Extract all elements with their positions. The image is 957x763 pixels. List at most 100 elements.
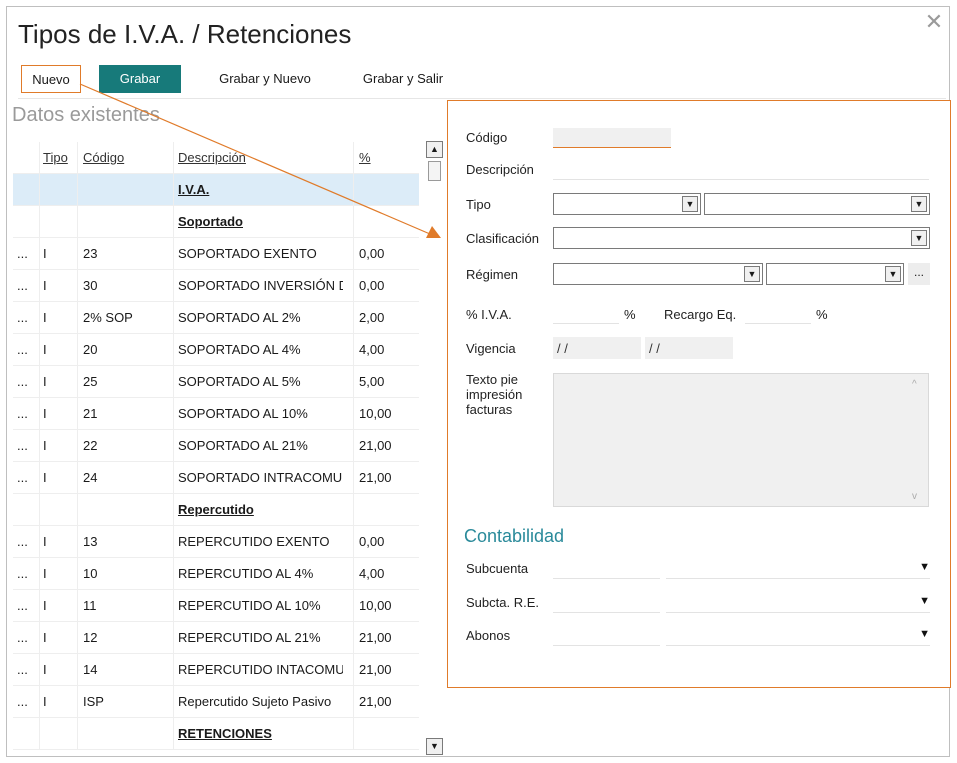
descripcion-cell: Repercutido Sujeto Pasivo: [173, 686, 343, 718]
row-dots-cell: ...: [17, 470, 28, 485]
codigo-cell: 10: [77, 558, 173, 590]
texto-pie-label: Texto pie impresión facturas: [466, 372, 522, 417]
codigo-cell: 30: [77, 270, 173, 302]
table-row[interactable]: ... I 12 REPERCUTIDO AL 21% 21,00: [13, 622, 419, 654]
table-row[interactable]: ... I 13 REPERCUTIDO EXENTO 0,00: [13, 526, 419, 558]
table-row[interactable]: ... I 22 SOPORTADO AL 21% 21,00: [13, 430, 419, 462]
group-row[interactable]: I.V.A.: [13, 174, 419, 206]
texto-pie-textarea[interactable]: [553, 373, 929, 507]
grabar-button[interactable]: Grabar: [99, 65, 181, 93]
clasificacion-select[interactable]: ▼: [553, 227, 930, 249]
caret-down-icon: ▼: [919, 561, 930, 573]
subcta-re-code-field[interactable]: [553, 593, 660, 613]
tipo-cell: I: [39, 622, 77, 654]
codigo-cell: 21: [77, 398, 173, 430]
texto-pie-label-line1: Texto pie: [466, 372, 519, 387]
column-header-pct[interactable]: %: [353, 142, 419, 174]
datos-existentes-label: Datos existentes: [12, 104, 160, 126]
table-row[interactable]: ... I 24 SOPORTADO INTRACOMUI 21,00: [13, 462, 419, 494]
regimen-label: Régimen: [466, 267, 519, 282]
abonos-select[interactable]: ▼: [666, 626, 930, 646]
column-header-codigo[interactable]: Código: [77, 142, 173, 174]
group-row[interactable]: Repercutido: [13, 494, 419, 526]
column-header-descripcion[interactable]: Descripción: [173, 142, 343, 174]
codigo-cell: 20: [77, 334, 173, 366]
pct-iva-label: % I.V.A.: [466, 307, 512, 322]
table-row[interactable]: ... I 21 SOPORTADO AL 10% 10,00: [13, 398, 419, 430]
table-row[interactable]: ... I 14 REPERCUTIDO INTACOMUI 21,00: [13, 654, 419, 686]
descripcion-cell: REPERCUTIDO AL 4%: [173, 558, 343, 590]
vigencia-from-input[interactable]: [553, 337, 641, 359]
row-dots-cell: [13, 718, 39, 750]
scroll-thumb[interactable]: [428, 161, 441, 181]
abonos-code-field[interactable]: [553, 626, 660, 646]
row-dots-cell: ...: [17, 630, 28, 645]
vigencia-to-input[interactable]: [645, 337, 733, 359]
pct-cell: [353, 206, 419, 238]
recargo-label: Recargo Eq.: [664, 307, 737, 322]
close-icon[interactable]: ✕: [923, 11, 945, 33]
group-row[interactable]: Soportado: [13, 206, 419, 238]
chevron-down-icon: ▼: [911, 230, 927, 246]
chevron-down-icon[interactable]: v: [912, 491, 917, 502]
texto-pie-label-line3: facturas: [466, 402, 513, 417]
nuevo-button[interactable]: Nuevo: [21, 65, 81, 93]
regimen-more-button[interactable]: ...: [908, 263, 930, 285]
tipo-detail-select[interactable]: ▼: [704, 193, 930, 215]
pct-cell: 0,00: [353, 526, 419, 558]
pct-cell: [353, 494, 419, 526]
codigo-cell: 12: [77, 622, 173, 654]
row-dots-cell: ...: [17, 278, 28, 293]
table-row[interactable]: ... I 23 SOPORTADO EXENTO 0,00: [13, 238, 419, 270]
group-row[interactable]: RETENCIONES: [13, 718, 419, 750]
descripcion-cell: SOPORTADO AL 2%: [173, 302, 343, 334]
table-row[interactable]: ... I ISP Repercutido Sujeto Pasivo 21,00: [13, 686, 419, 718]
pct-iva-input[interactable]: [553, 304, 619, 324]
pct-cell: 21,00: [353, 430, 419, 462]
descripcion-label: Descripción: [466, 162, 534, 177]
row-dots-cell: ...: [17, 534, 28, 549]
table-row[interactable]: ... I 2% SOP SOPORTADO AL 2% 2,00: [13, 302, 419, 334]
codigo-cell: ISP: [77, 686, 173, 718]
subcuenta-select[interactable]: ▼: [666, 559, 930, 579]
caret-down-icon: ▼: [919, 595, 930, 607]
contabilidad-title: Contabilidad: [464, 526, 565, 546]
table-row[interactable]: ... I 11 REPERCUTIDO AL 10% 10,00: [13, 590, 419, 622]
subcta-re-select[interactable]: ▼: [666, 593, 930, 613]
pct-cell: 10,00: [353, 590, 419, 622]
table-row[interactable]: ... I 20 SOPORTADO AL 4% 4,00: [13, 334, 419, 366]
tipo-cell: I: [39, 430, 77, 462]
table-row[interactable]: ... I 30 SOPORTADO INVERSIÓN D 0,00: [13, 270, 419, 302]
regimen-select[interactable]: ▼: [553, 263, 763, 285]
pct-cell: [353, 174, 419, 206]
table-row[interactable]: ... I 25 SOPORTADO AL 5% 5,00: [13, 366, 419, 398]
descripcion-cell: REPERCUTIDO AL 10%: [173, 590, 343, 622]
pct-cell: 21,00: [353, 654, 419, 686]
tipo-cell: I: [39, 590, 77, 622]
tipo-label: Tipo: [466, 197, 491, 212]
codigo-label: Código: [466, 130, 508, 145]
pct-cell: [353, 718, 419, 750]
grabar-y-salir-button[interactable]: Grabar y Salir: [348, 65, 458, 93]
grabar-y-nuevo-button[interactable]: Grabar y Nuevo: [205, 65, 325, 93]
subcuenta-code-field[interactable]: [553, 559, 660, 579]
table-row[interactable]: ... I 10 REPERCUTIDO AL 4% 4,00: [13, 558, 419, 590]
tipo-cell: I: [39, 366, 77, 398]
descripcion-input[interactable]: [553, 160, 929, 180]
row-dots-cell: ...: [17, 374, 28, 389]
descripcion-cell: REPERCUTIDO AL 21%: [173, 622, 343, 654]
column-header-tipo[interactable]: Tipo: [39, 142, 77, 174]
scroll-down-icon[interactable]: ▼: [426, 738, 443, 755]
codigo-input[interactable]: [553, 128, 671, 148]
recargo-input[interactable]: [745, 304, 811, 324]
scroll-up-icon[interactable]: ▲: [426, 141, 443, 158]
caret-down-icon: ▼: [919, 628, 930, 640]
pct-iva-unit: %: [624, 307, 636, 322]
chevron-down-icon: ▼: [911, 196, 927, 212]
pct-cell: 0,00: [353, 270, 419, 302]
regimen-detail-select[interactable]: ▼: [766, 263, 904, 285]
tipo-select[interactable]: ▼: [553, 193, 701, 215]
pct-cell: 5,00: [353, 366, 419, 398]
grid-scrollbar[interactable]: ▲ ▼: [426, 141, 443, 755]
chevron-up-icon[interactable]: ^: [912, 379, 917, 390]
